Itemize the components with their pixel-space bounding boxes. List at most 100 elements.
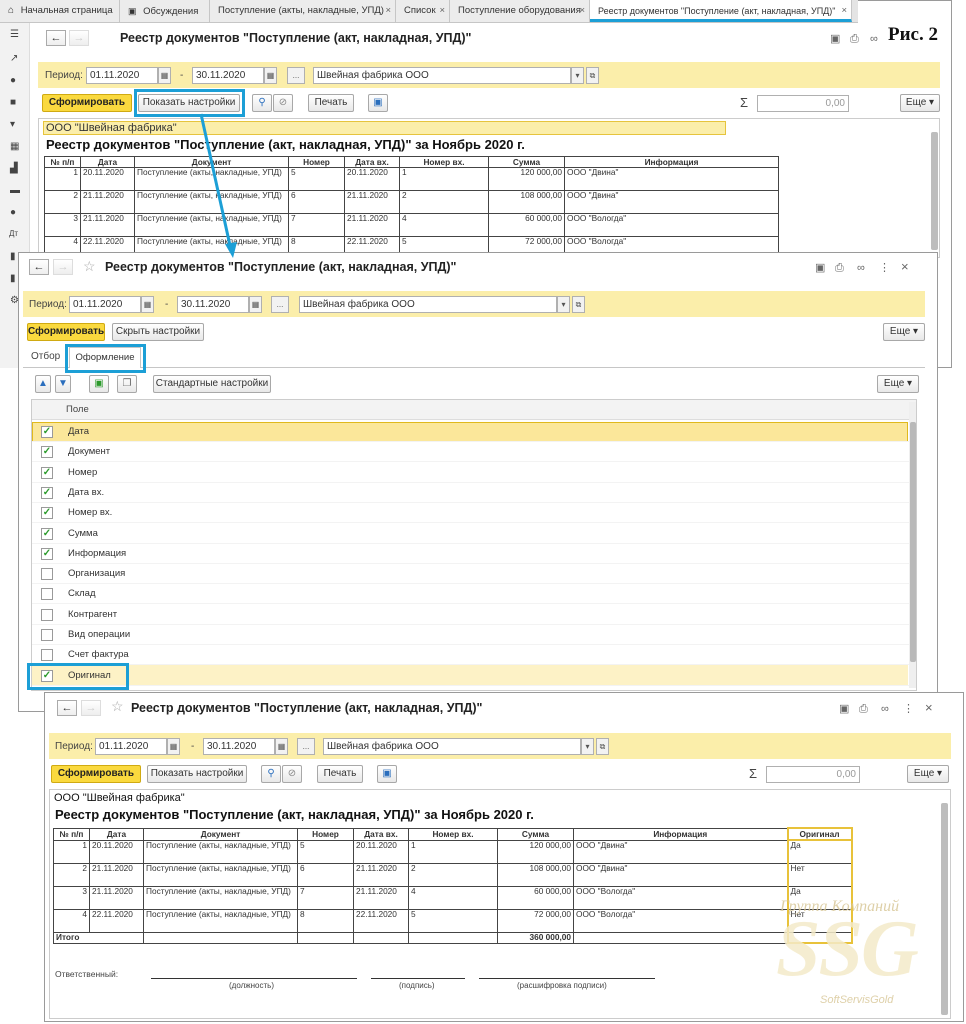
more-button[interactable]: Еще ▾ (900, 94, 940, 112)
reports-icon[interactable]: ▮ (10, 251, 16, 262)
forward-button[interactable]: → (81, 700, 101, 716)
table-row[interactable]: 3 21.11.2020 Поступление (акты, накладные,… (44, 213, 779, 237)
tab-equipment[interactable]: Поступление оборудования × (450, 0, 590, 22)
forward-button[interactable]: → (69, 30, 89, 46)
more-vertical-icon[interactable]: ⋮ (903, 703, 914, 715)
search-cancel-button[interactable]: ⊘ (282, 765, 302, 783)
tab-filter[interactable]: Отбор (31, 351, 60, 362)
period-select-button[interactable]: ... (297, 738, 315, 755)
back-button[interactable]: ← (57, 700, 77, 716)
save-icon[interactable]: ▣ (830, 33, 840, 45)
organization-input[interactable]: Швейная фабрика ООО (323, 738, 581, 755)
factory-icon[interactable]: ▟ (10, 163, 18, 174)
table-row[interactable]: 3 21.11.2020 Поступление (акты, накладные,… (53, 885, 853, 910)
print-button[interactable]: Печать (308, 94, 354, 112)
list-item[interactable]: Склад (32, 584, 910, 605)
bag-icon[interactable]: ■ (10, 97, 16, 108)
link-icon[interactable]: ∞ (870, 33, 878, 45)
field-checkbox[interactable] (41, 608, 53, 621)
save-icon[interactable]: ▣ (839, 703, 849, 715)
calendar-icon[interactable]: ▦ (158, 67, 171, 84)
dropdown-icon[interactable]: ▾ (557, 296, 570, 313)
sum-field[interactable]: 0,00 (766, 766, 860, 783)
calendar-icon[interactable]: ▦ (249, 296, 262, 313)
close-icon[interactable]: × (841, 0, 847, 19)
list-item[interactable]: Контрагент (32, 605, 910, 625)
more-button[interactable]: Еще ▾ (907, 765, 949, 783)
warehouse-icon[interactable]: ▦ (10, 141, 19, 152)
close-icon[interactable]: × (901, 260, 909, 273)
report-scrollbar[interactable] (931, 132, 938, 250)
list-item[interactable]: ✓ Информация (32, 544, 910, 564)
tab-home[interactable]: ⌂ Начальная страница (0, 0, 120, 22)
calendar-icon[interactable]: ▦ (141, 296, 154, 313)
list-item[interactable]: Счет фактура (32, 645, 910, 666)
search-cancel-button[interactable]: ⊘ (273, 94, 293, 112)
close-icon[interactable]: × (579, 0, 585, 22)
menu-icon[interactable]: ☰ (10, 29, 19, 40)
tab-receipt[interactable]: Поступление (акты, накладные, УПД) × (210, 0, 396, 22)
generate-button[interactable]: Сформировать (42, 94, 132, 112)
list-item[interactable]: ✓ Номер (32, 463, 910, 483)
cart-icon[interactable]: ▾ (10, 119, 15, 130)
date-to-input[interactable]: 30.11.2020 (192, 67, 264, 84)
field-checkbox[interactable]: ✓ (41, 507, 53, 520)
sum-field[interactable]: 0,00 (757, 95, 849, 112)
dropdown-icon[interactable]: ▾ (571, 67, 584, 84)
list-item[interactable]: ✓ Дата вх. (32, 483, 910, 503)
uncheck-all-button[interactable]: ❐ (117, 375, 137, 393)
field-checkbox[interactable]: ✓ (41, 426, 53, 438)
date-from-input[interactable]: 01.11.2020 (95, 738, 167, 755)
tab-registry-active[interactable]: Реестр документов "Поступление (акт, нак… (590, 0, 852, 22)
table-row[interactable]: 1 20.11.2020 Поступление (акты, накладные,… (53, 839, 853, 864)
ruble-icon[interactable]: ● (10, 75, 16, 86)
date-from-input[interactable]: 01.11.2020 (86, 67, 158, 84)
standard-settings-button[interactable]: Стандартные настройки (153, 375, 271, 393)
table-row[interactable]: 2 21.11.2020 Поступление (акты, накладные,… (44, 190, 779, 214)
save-report-button[interactable]: ▣ (377, 765, 397, 783)
field-checkbox[interactable]: ✓ (41, 527, 53, 540)
list-item[interactable]: ✓ Дата (32, 422, 910, 442)
print-button[interactable]: Печать (317, 765, 363, 783)
open-icon[interactable]: ⧉ (572, 296, 585, 313)
link-icon[interactable]: ∞ (857, 262, 865, 274)
close-icon[interactable]: × (385, 0, 391, 22)
save-report-button[interactable]: ▣ (368, 94, 388, 112)
field-checkbox[interactable] (41, 649, 53, 662)
calendar-icon[interactable]: ▦ (275, 738, 288, 755)
close-icon[interactable]: × (439, 0, 445, 22)
organization-input[interactable]: Швейная фабрика ООО (313, 67, 571, 84)
search-button[interactable]: ⚲ (252, 94, 272, 112)
more-button[interactable]: Еще ▾ (883, 323, 925, 341)
table-row[interactable]: 4 22.11.2020 Поступление (акты, накладные,… (53, 908, 853, 933)
table-row[interactable]: 1 20.11.2020 Поступление (акты, накладные,… (44, 167, 779, 191)
forward-button[interactable]: → (53, 259, 73, 275)
field-checkbox[interactable] (41, 629, 53, 641)
table-row[interactable]: 2 21.11.2020 Поступление (акты, накладные,… (53, 862, 853, 887)
date-to-input[interactable]: 30.11.2020 (203, 738, 275, 755)
scroll-thumb[interactable] (910, 422, 916, 662)
field-checkbox[interactable]: ✓ (41, 446, 53, 459)
field-checkbox[interactable]: ✓ (41, 466, 53, 479)
move-up-button[interactable]: ▲ (35, 375, 51, 393)
print-icon[interactable]: ⎙ (835, 262, 844, 274)
more-vertical-icon[interactable]: ⋮ (879, 262, 890, 274)
back-button[interactable]: ← (46, 30, 66, 46)
star-icon[interactable]: ☆ (111, 699, 124, 713)
fields-scrollbar[interactable] (909, 402, 916, 688)
open-icon[interactable]: ⧉ (596, 738, 609, 755)
generate-button[interactable]: Сформировать (51, 765, 141, 783)
tab-list[interactable]: Список × (396, 0, 450, 22)
period-select-button[interactable]: ... (287, 67, 305, 84)
book-icon[interactable]: ▮ (10, 273, 16, 284)
link-icon[interactable]: ∞ (881, 703, 889, 715)
list-item[interactable]: ✓ Номер вх. (32, 503, 910, 524)
period-select-button[interactable]: ... (271, 296, 289, 313)
tab-discussions[interactable]: ▣ Обсуждения (120, 0, 210, 22)
move-down-button[interactable]: ▼ (55, 375, 71, 393)
date-from-input[interactable]: 01.11.2020 (69, 296, 141, 313)
list-item[interactable]: ✓ Оригинал (32, 666, 910, 686)
taxes-icon[interactable]: Дт (9, 229, 18, 238)
field-checkbox[interactable] (41, 568, 53, 581)
show-settings-button[interactable]: Показать настройки (147, 765, 247, 783)
